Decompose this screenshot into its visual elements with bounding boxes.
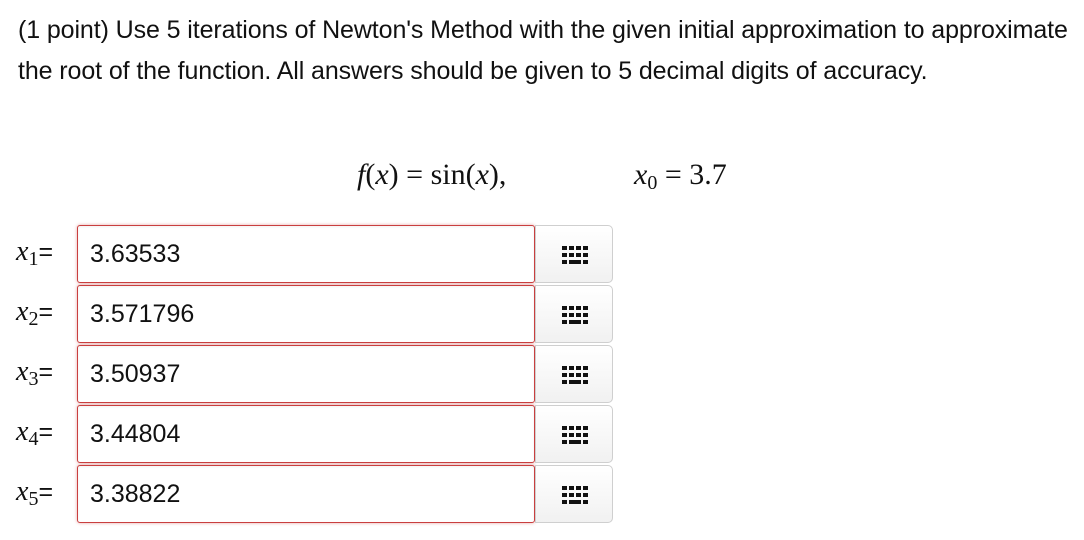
equation-editor-grid-icon [562, 366, 588, 384]
answer-input-x2[interactable] [77, 285, 535, 343]
answer-label-1: x1= [16, 236, 54, 270]
equation-editor-button-4[interactable] [535, 405, 613, 463]
initial-approximation: x0 = 3.7 [634, 158, 727, 194]
answer-label-4: x4= [16, 416, 54, 450]
answer-row-1: x1= [0, 225, 640, 283]
answer-label-2: x2= [16, 296, 54, 330]
equation-editor-grid-icon [562, 246, 588, 264]
answer-label-3: x3= [16, 356, 54, 390]
answer-input-x4[interactable] [77, 405, 535, 463]
equation-editor-button-2[interactable] [535, 285, 613, 343]
equation-editor-button-3[interactable] [535, 345, 613, 403]
answer-input-x1[interactable] [77, 225, 535, 283]
answer-input-x3[interactable] [77, 345, 535, 403]
equation-editor-grid-icon [562, 486, 588, 504]
answer-row-3: x3= [0, 345, 640, 403]
answer-row-2: x2= [0, 285, 640, 343]
answer-label-5: x5= [16, 476, 54, 510]
function-definition: f(x) = sin(x), [357, 158, 507, 191]
answer-input-x5[interactable] [77, 465, 535, 523]
equation-editor-button-1[interactable] [535, 225, 613, 283]
equation-editor-button-5[interactable] [535, 465, 613, 523]
formula: f(x) = sin(x), x0 = 3.7 [0, 154, 1084, 200]
answer-row-4: x4= [0, 405, 640, 463]
answer-row-5: x5= [0, 465, 640, 523]
equation-editor-grid-icon [562, 426, 588, 444]
problem-statement: (1 point) Use 5 iterations of Newton's M… [18, 16, 1068, 85]
equation-editor-grid-icon [562, 306, 588, 324]
